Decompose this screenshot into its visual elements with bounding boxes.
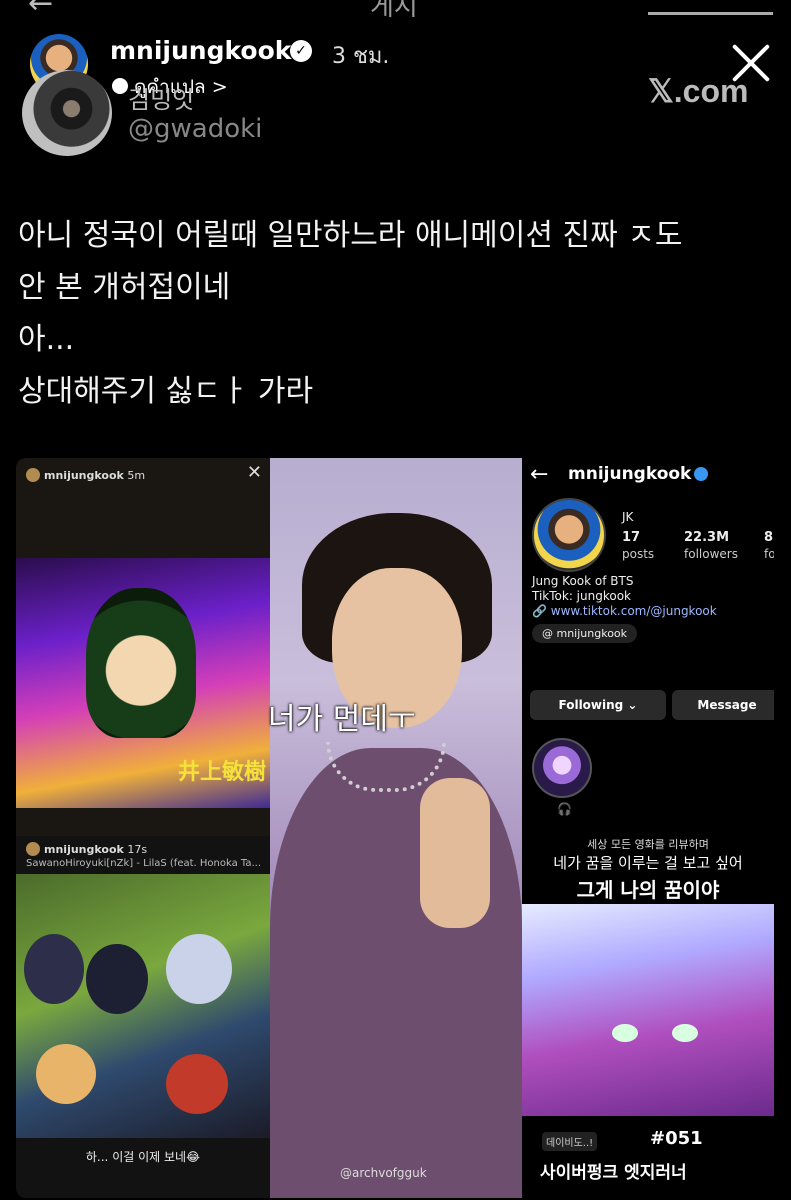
story-time: 17s [127,843,148,856]
story-screenshot-2: mnijungkook 17s SawanoHiroyuki[nZk] - Li… [16,836,270,1198]
x-logo-icon: 𝕏.com [648,73,749,109]
following-button: Following ⌄ [530,690,666,720]
tweet-author-handle: @gwadoki [128,114,263,144]
story-time: 5m [127,469,146,482]
stat-followers: 22.3M followers [684,530,738,561]
photo-credit: @archvofgguk [340,1166,427,1180]
page-title: 게시 [370,0,418,22]
story-user: mnijungkook 17s [26,842,147,856]
close-icon: ✕ [246,462,262,483]
chevron-right-icon: > [211,76,228,98]
review-line: 네가 꿈을 이루는 걸 보고 싶어 [553,854,743,872]
photo-caption: 너가 먼데ㅜ [268,702,416,737]
back-arrow-icon: ← [530,462,549,487]
stat-following: 8 fo [764,530,774,561]
tweet-line: 안 본 개허접이네 [18,270,231,305]
threads-icon: @ [542,627,557,640]
verified-badge-icon: ✓ [290,40,312,62]
collage-image[interactable]: mnijungkook 5m ✕ 井上敏樹 mnijungkook 17s Sa… [16,458,774,1198]
profile-username: mnijungkook [568,464,692,484]
translate-icon [112,78,128,94]
stat-posts: 17 posts [622,530,655,561]
profile-name: JK [622,510,634,524]
review-number: #051 [650,1128,703,1149]
tweet-line: 아니 정국이 어릴때 일만하느라 애니메이션 진짜 ㅈ도 [18,218,683,253]
anime-character [86,588,196,738]
link-icon: 🔗 [532,604,551,618]
message-button: Message [672,690,774,720]
hand-shape [420,778,490,928]
story-user: mnijungkook 5m [26,468,145,482]
story-caption: 하... 이걸 이제 보네😂 [85,1150,201,1164]
review-screenshot: 세상 모든 영화를 리뷰하며 네가 꿈을 이루는 걸 보고 싶어 그게 나의 꿈… [522,836,774,1198]
anime-group-image [16,874,270,1138]
review-line: 그게 나의 꿈이야 [576,878,720,902]
verified-badge-icon [694,467,708,481]
timestamp: 3 ชม. [332,44,390,69]
profile-bio: Jung Kook of BTS TikTok: jungkook 🔗 www.… [532,574,717,618]
review-badge: 데이비도..! [542,1132,598,1151]
profile-avatar [532,498,606,572]
music-label: SawanoHiroyuki[nZk] - LilaS (feat. Honok… [26,858,262,869]
tweet-line: 아... [18,322,75,357]
threads-badge: @ mnijungkook [532,624,638,643]
headphones-icon: 🎧 [557,802,572,816]
avatar [26,842,40,856]
tweet-line: 상대해주기 싫ㄷㅏ 가라 [18,374,314,409]
back-arrow-icon[interactable]: ← [28,0,53,21]
tweet-author-name: 김밍잇 [128,86,195,114]
anime-credit-text: 井上敏樹 [178,760,267,785]
avatar [26,468,40,482]
anime-image: 井上敏樹 [16,558,270,808]
tweet-text: 아니 정국이 어릴때 일만하느라 애니메이션 진짜 ㅈ도 안 본 개허접이네 아… [18,210,778,418]
photo-center: 너가 먼데ㅜ @archvofgguk [268,458,522,1198]
username[interactable]: mnijungkook [110,36,291,65]
review-title: 사이버펑크 엣지러너 [540,1163,687,1183]
highlight-circle [532,738,592,798]
divider [648,12,773,15]
top-bar: ← 게시 [0,0,791,22]
story-screenshot-1: mnijungkook 5m ✕ 井上敏樹 [16,458,270,836]
anime-image [522,904,774,1116]
tweet-author-avatar [22,70,112,156]
review-line: 세상 모든 영화를 리뷰하며 [587,838,709,851]
profile-screenshot: ← mnijungkook JK 17 posts 22.3M followers … [522,458,774,836]
character-eyes [612,1024,702,1054]
